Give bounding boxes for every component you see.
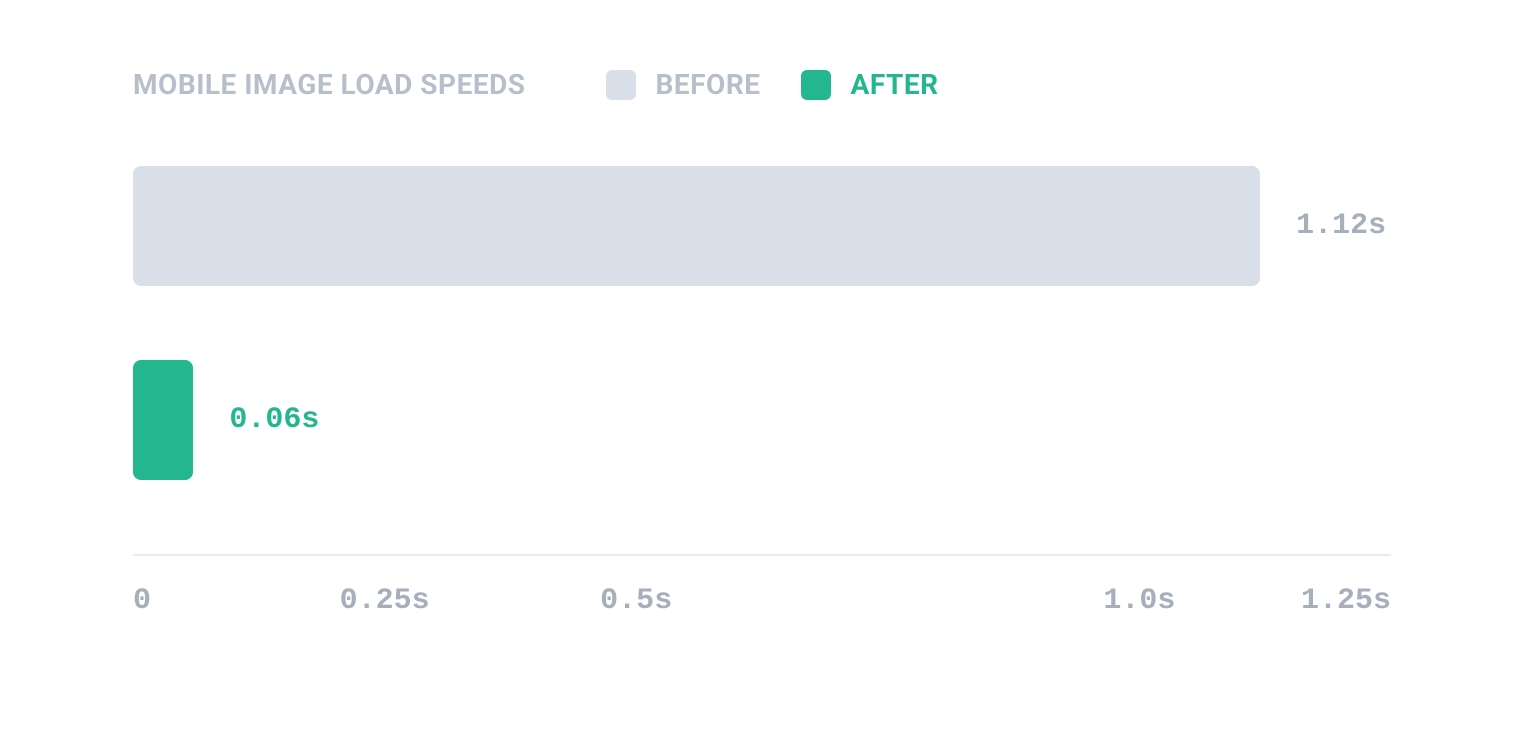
chart-container: MOBILE IMAGE LOAD SPEEDS BEFORE AFTER 1.… (133, 68, 1423, 624)
x-axis-tick: 1.25s (1301, 584, 1391, 618)
bar-before (133, 166, 1260, 286)
legend-label-after: AFTER (851, 68, 939, 101)
bar-value-after: 0.06s (229, 403, 319, 437)
legend-swatch-after-icon (801, 70, 831, 100)
x-axis-ticks: 0 0.25s 0.5s 1.0s 1.25s (133, 584, 1391, 624)
chart-title: MOBILE IMAGE LOAD SPEEDS (133, 68, 526, 101)
bars-area: 1.12s 0.06s 0 0.25s 0.5s 1.0s 1.25s (133, 166, 1423, 624)
legend-item-before: BEFORE (606, 68, 761, 101)
chart-header: MOBILE IMAGE LOAD SPEEDS BEFORE AFTER (133, 68, 1423, 101)
bar-after (133, 360, 193, 480)
legend-item-after: AFTER (801, 68, 939, 101)
x-axis-tick: 0.25s (340, 584, 430, 618)
bar-row-after: 0.06s (133, 360, 1423, 480)
chart-legend: BEFORE AFTER (606, 68, 939, 101)
legend-swatch-before-icon (606, 70, 636, 100)
x-axis-tick: 0.5s (600, 584, 672, 618)
x-axis-tick: 1.0s (1103, 584, 1175, 618)
x-axis-tick: 0 (133, 584, 151, 618)
legend-label-before: BEFORE (656, 68, 761, 101)
x-axis-line (133, 554, 1391, 556)
bar-value-before: 1.12s (1296, 209, 1386, 243)
bar-row-before: 1.12s (133, 166, 1423, 286)
